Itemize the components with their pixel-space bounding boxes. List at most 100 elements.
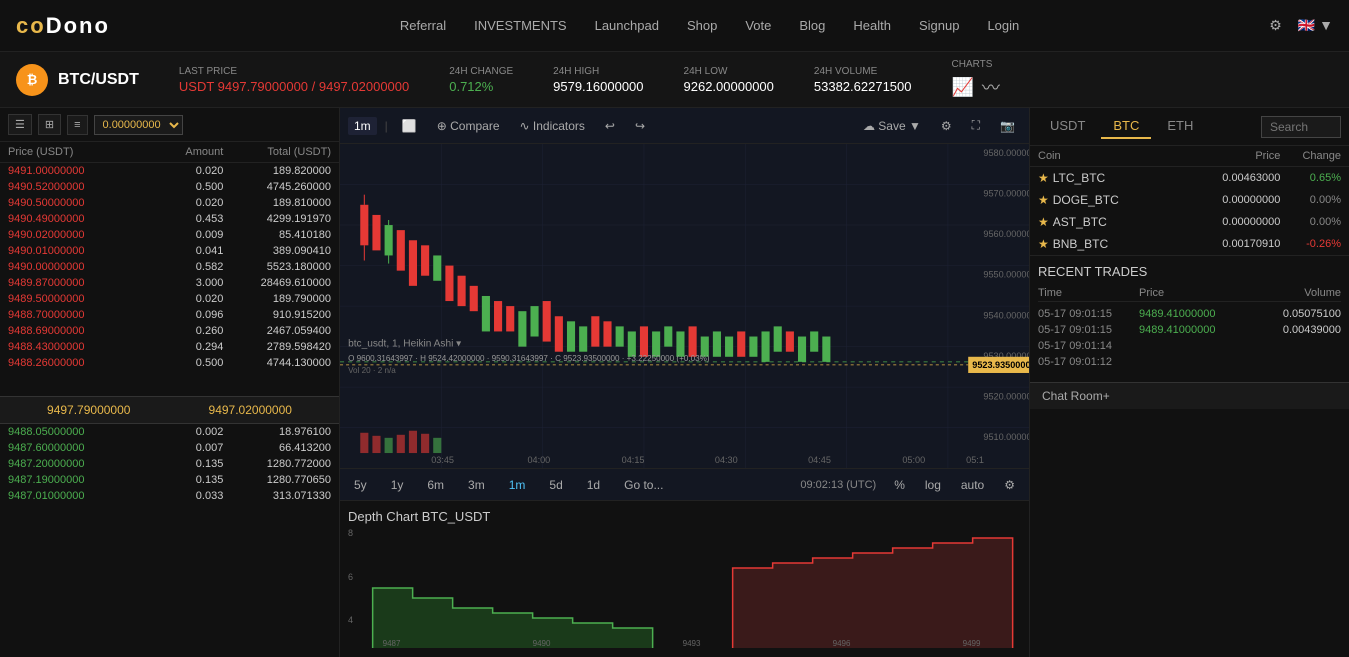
ticker-bar: ₿ BTC/USDT LAST PRICE USDT 9497.79000000…: [0, 52, 1349, 108]
chart-6m-btn[interactable]: 6m: [421, 477, 450, 493]
ob-sell-row[interactable]: 9491.000000000.020189.820000: [0, 163, 339, 179]
ob-sell-amount: 3.000: [116, 277, 224, 289]
chart-1m-timeframe-btn[interactable]: 1m: [503, 477, 532, 493]
chart-auto-btn[interactable]: auto: [955, 477, 990, 493]
ob-sell-total: 389.090410: [223, 245, 331, 257]
nav-health[interactable]: Health: [853, 18, 891, 33]
ob-sell-row[interactable]: 9490.500000000.020189.810000: [0, 195, 339, 211]
nav-referral[interactable]: Referral: [400, 18, 446, 33]
chart-3m-btn[interactable]: 3m: [462, 477, 491, 493]
nav-signup[interactable]: Signup: [919, 18, 959, 33]
chart-settings2-btn[interactable]: ⚙: [998, 477, 1021, 493]
high-item: 24H HIGH 9579.16000000: [553, 66, 643, 94]
tab-eth[interactable]: ETH: [1155, 114, 1205, 139]
nav-vote[interactable]: Vote: [745, 18, 771, 33]
coin-row[interactable]: ★LTC_BTC0.004630000.65%: [1030, 167, 1349, 189]
svg-text:9520.000000: 9520.000000: [983, 391, 1029, 401]
chart-1m-btn[interactable]: 1m: [348, 117, 377, 135]
ob-sell-amount: 0.009: [116, 229, 224, 241]
chart-log-btn[interactable]: log: [919, 477, 947, 493]
chart-settings-btn[interactable]: ⚙: [935, 117, 958, 135]
chart-1y-btn[interactable]: 1y: [385, 477, 410, 493]
coin-row[interactable]: ★DOGE_BTC0.000000000.00%: [1030, 189, 1349, 211]
ob-sell-row[interactable]: 9490.490000000.4534299.191970: [0, 211, 339, 227]
chart-bar-type-btn[interactable]: ⬜: [396, 117, 423, 135]
ob-buy-amount: 0.135: [116, 474, 224, 486]
ob-decimal-select[interactable]: 0.00000000: [94, 115, 183, 135]
ob-sell-row[interactable]: 9488.430000000.2942789.598420: [0, 339, 339, 355]
svg-text:9490: 9490: [532, 639, 550, 648]
nav-launchpad[interactable]: Launchpad: [595, 18, 659, 33]
language-flag[interactable]: 🇬🇧 ▼: [1298, 17, 1333, 34]
ob-sell-row[interactable]: 9490.520000000.5004745.260000: [0, 179, 339, 195]
ob-list-view-btn[interactable]: ☰: [8, 114, 32, 135]
ob-header-amount: Amount: [116, 146, 224, 158]
ob-sell-row[interactable]: 9490.020000000.00985.410180: [0, 227, 339, 243]
chart-camera-btn[interactable]: 📷: [994, 117, 1021, 135]
ob-sell-amount: 0.500: [116, 357, 224, 369]
svg-text:03:45: 03:45: [431, 455, 454, 465]
depth-y-4: 4: [348, 615, 360, 625]
ob-sell-row[interactable]: 9488.690000000.2602467.059400: [0, 323, 339, 339]
trade-price: 9489.41000000: [1139, 308, 1240, 320]
main-layout: ☰ ⊞ ≡ 0.00000000 Price (USDT) Amount Tot…: [0, 108, 1349, 657]
ob-sell-amount: 0.020: [116, 293, 224, 305]
trade-time: 05-17 09:01:15: [1038, 324, 1139, 336]
nav-shop[interactable]: Shop: [687, 18, 717, 33]
ob-sell-row[interactable]: 9488.260000000.5004744.130000: [0, 355, 339, 371]
candlestick-chart-icon[interactable]: 〰: [982, 74, 1000, 100]
coin-row[interactable]: ★BNB_BTC0.00170910-0.26%: [1030, 233, 1349, 255]
chart-goto-btn[interactable]: Go to...: [618, 477, 669, 493]
ob-buy-price: 9487.19000000: [8, 474, 116, 486]
trade-volume: 0.00439000: [1240, 324, 1341, 336]
tab-usdt[interactable]: USDT: [1038, 114, 1097, 139]
chart-sep1: |: [385, 119, 388, 133]
nav-blog[interactable]: Blog: [799, 18, 825, 33]
trade-time: 05-17 09:01:15: [1038, 308, 1139, 320]
chart-5y-btn[interactable]: 5y: [348, 477, 373, 493]
chart-fullscreen-btn[interactable]: ⛶: [966, 116, 986, 135]
tab-btc[interactable]: BTC: [1101, 114, 1151, 139]
svg-text:04:30: 04:30: [715, 455, 738, 465]
last-price-value: USDT 9497.79000000 / 9497.02000000: [179, 79, 409, 94]
coin-search-input[interactable]: [1261, 116, 1341, 138]
trade-time: 05-17 09:01:14: [1038, 340, 1139, 352]
nav-investments[interactable]: INVESTMENTS: [474, 18, 566, 33]
chart-indicators-btn[interactable]: ∿ Indicators: [514, 117, 591, 135]
ob-sell-total: 189.810000: [223, 197, 331, 209]
svg-text:9493: 9493: [682, 639, 700, 648]
chat-room-bar[interactable]: Chat Room+: [1030, 382, 1349, 409]
coin-change: -0.26%: [1280, 238, 1341, 250]
header-right: ⚙ 🇬🇧 ▼: [1269, 17, 1333, 34]
coin-row[interactable]: ★AST_BTC0.000000000.00%: [1030, 211, 1349, 233]
chart-compare-btn[interactable]: ⊕ Compare: [431, 117, 506, 135]
chart-toolbar: 1m | ⬜ ⊕ Compare ∿ Indicators ↩ ↪ ☁ Save…: [340, 108, 1029, 144]
ob-buy-row[interactable]: 9487.190000000.1351280.770650: [0, 472, 339, 488]
chart-undo-btn[interactable]: ↩: [599, 117, 621, 135]
ob-depth-view-btn[interactable]: ≡: [67, 115, 87, 135]
ob-buy-row[interactable]: 9488.050000000.00218.976100: [0, 424, 339, 440]
ob-grid-view-btn[interactable]: ⊞: [38, 114, 61, 135]
chart-redo-btn[interactable]: ↪: [629, 117, 651, 135]
ob-sell-row[interactable]: 9488.700000000.096910.915200: [0, 307, 339, 323]
ob-buy-row[interactable]: 9487.600000000.00766.413200: [0, 440, 339, 456]
ob-sell-row[interactable]: 9489.500000000.020189.790000: [0, 291, 339, 307]
ob-sell-row[interactable]: 9490.010000000.041389.090410: [0, 243, 339, 259]
chart-5d-btn[interactable]: 5d: [543, 477, 568, 493]
settings-icon[interactable]: ⚙: [1269, 17, 1282, 34]
ob-buy-row[interactable]: 9487.200000000.1351280.772000: [0, 456, 339, 472]
line-chart-icon[interactable]: 📈: [952, 77, 974, 98]
ob-buy-amount: 0.002: [116, 426, 224, 438]
ob-buy-row[interactable]: 9487.010000000.033313.071330: [0, 488, 339, 504]
header-price: Price: [1159, 150, 1280, 162]
ob-buy-price: 9488.05000000: [8, 426, 116, 438]
charts-icons: 📈 〰: [952, 74, 1000, 100]
chart-1d-btn[interactable]: 1d: [581, 477, 606, 493]
ob-sell-row[interactable]: 9490.000000000.5825523.180000: [0, 259, 339, 275]
coin-price: 0.00000000: [1159, 216, 1280, 228]
chart-cloud-btn[interactable]: ☁ Save ▼: [857, 117, 927, 135]
nav-login[interactable]: Login: [987, 18, 1019, 33]
ob-sell-total: 189.820000: [223, 165, 331, 177]
ob-sell-row[interactable]: 9489.870000003.00028469.610000: [0, 275, 339, 291]
chart-percent-btn[interactable]: %: [888, 477, 911, 493]
